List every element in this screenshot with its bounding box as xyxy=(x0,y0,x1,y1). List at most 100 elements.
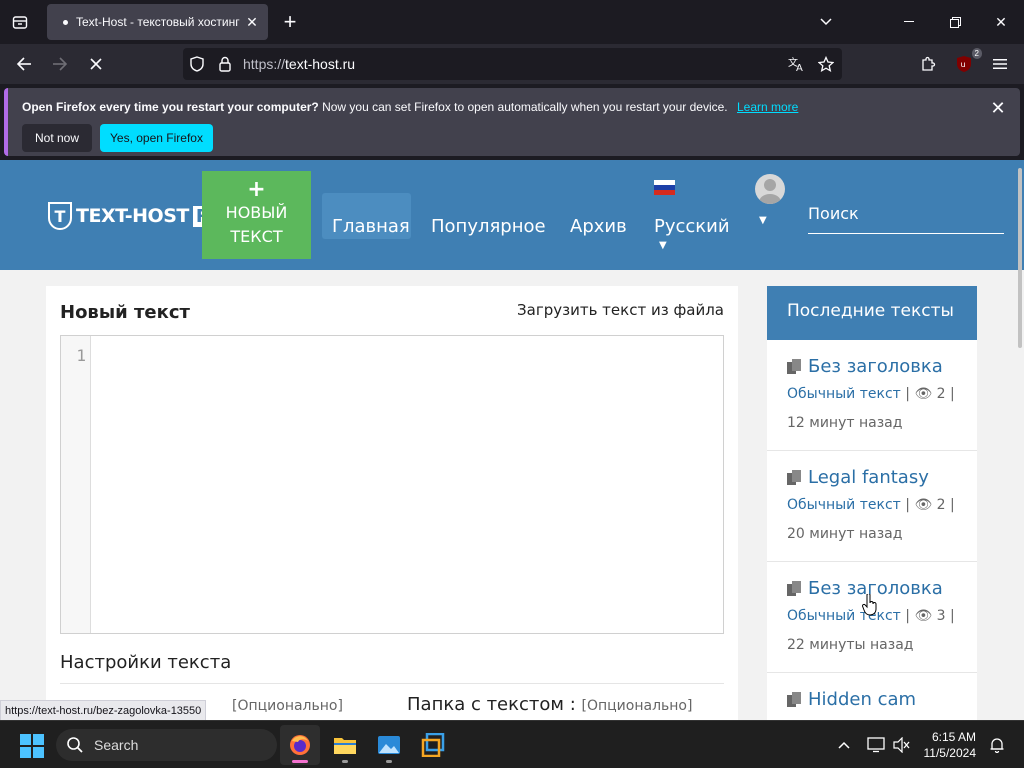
recent-item: Без заголовка Обычный текст | 👁 2 | 12 м… xyxy=(767,340,977,451)
tab-close-icon[interactable]: ✕ xyxy=(244,14,260,30)
bookmark-star-icon[interactable] xyxy=(816,54,836,74)
recent-item-link[interactable]: Legal fantasy xyxy=(787,467,929,488)
taskbar-firefox[interactable] xyxy=(280,725,320,765)
minimize-icon[interactable] xyxy=(897,10,921,34)
folder-icon xyxy=(334,738,356,754)
settings-divider xyxy=(60,683,724,684)
recent-item-time: 22 минуты назад xyxy=(787,637,914,653)
link-status-tooltip: https://text-host.ru/bez-zagolovka-13550 xyxy=(0,700,207,721)
close-window-icon[interactable]: ✕ xyxy=(989,10,1013,34)
loading-dot-icon xyxy=(63,19,68,25)
tab-strip: Text-Host - текстовый хостинг ✕ + ✕ xyxy=(0,0,1024,44)
recent-item-link[interactable]: Без заголовка xyxy=(787,356,943,377)
optional-label: [Опционально] xyxy=(232,698,343,714)
extension-badge: 2 xyxy=(971,48,982,59)
russian-flag-icon xyxy=(654,180,675,195)
notification-bell-icon[interactable] xyxy=(985,733,1009,757)
recent-item-meta: Обычный текст | 👁 2 | xyxy=(787,497,955,513)
browser-tab-active[interactable]: Text-Host - текстовый хостинг ✕ xyxy=(47,4,268,40)
remote-desktop-icon xyxy=(421,733,445,757)
site-header: T TEXT-HOST RU + НОВЫЙ ТЕКСТ Главная Поп… xyxy=(0,160,1024,348)
network-monitor-icon[interactable] xyxy=(864,733,888,757)
menu-home[interactable]: Главная xyxy=(332,216,410,237)
hand-cursor-icon xyxy=(862,594,877,616)
restore-icon[interactable] xyxy=(943,10,967,34)
logo-shield-icon: T xyxy=(48,202,72,230)
tab-title: Text-Host - текстовый хостинг xyxy=(76,15,240,29)
address-bar[interactable]: https://text-host.ru 文A xyxy=(183,48,842,80)
menu-language[interactable]: Русский xyxy=(654,216,730,237)
volume-muted-icon[interactable] xyxy=(890,733,914,757)
forward-icon[interactable] xyxy=(48,52,72,76)
user-avatar-icon[interactable] xyxy=(755,174,785,204)
new-text-title: Новый текст xyxy=(60,302,190,323)
photos-icon xyxy=(378,736,400,754)
firefox-view-icon[interactable] xyxy=(8,10,32,34)
folder-label: Папка с текстом : [Опционально] xyxy=(407,694,693,715)
extensions-puzzle-icon[interactable] xyxy=(916,52,940,76)
menu-popular[interactable]: Популярное xyxy=(431,216,546,237)
document-copy-icon xyxy=(787,580,801,596)
taskbar-photos[interactable] xyxy=(369,725,409,765)
notification-bar: Open Firefox every time you restart your… xyxy=(4,88,1020,156)
site-search-input[interactable]: Поиск xyxy=(808,200,1004,234)
ublock-origin-icon[interactable]: u 2 xyxy=(952,48,982,76)
eye-icon: 👁 xyxy=(914,497,933,513)
line-number: 1 xyxy=(76,346,86,365)
recent-texts-sidebar: Последние тексты Без заголовка Обычный т… xyxy=(767,286,977,720)
notification-close-icon[interactable]: ✕ xyxy=(988,98,1008,118)
not-now-button[interactable]: Not now xyxy=(22,124,92,152)
svg-text:A: A xyxy=(796,63,803,72)
upload-from-file-link[interactable]: Загрузить текст из файла xyxy=(517,301,724,319)
system-clock[interactable]: 6:15 AM 11/5/2024 xyxy=(920,729,977,761)
firefox-icon xyxy=(290,735,310,755)
yes-open-firefox-button[interactable]: Yes, open Firefox xyxy=(100,124,213,152)
search-icon xyxy=(67,737,83,753)
text-settings-title: Настройки текста xyxy=(60,652,232,673)
document-copy-icon xyxy=(787,691,801,707)
recent-item-time: 20 минут назад xyxy=(787,526,903,542)
web-page: T TEXT-HOST RU + НОВЫЙ ТЕКСТ Главная Поп… xyxy=(0,160,1024,720)
recent-item: Без заголовка Обычный текст | 👁 3 | 22 м… xyxy=(767,562,977,673)
logo-text: TEXT-HOST xyxy=(76,205,189,227)
text-editor[interactable]: 1 xyxy=(60,335,724,634)
document-copy-icon xyxy=(787,469,801,485)
back-icon[interactable] xyxy=(12,52,36,76)
notification-message: Open Firefox every time you restart your… xyxy=(22,100,799,114)
user-caret-icon[interactable]: ▼ xyxy=(759,215,767,226)
recent-item: Legal fantasy Обычный текст | 👁 2 | 20 м… xyxy=(767,451,977,562)
taskbar-search-box[interactable]: Search xyxy=(56,729,277,761)
recent-item-link[interactable]: Hidden cam xyxy=(787,689,916,710)
menu-archive[interactable]: Архив xyxy=(570,216,627,237)
windows-start-icon[interactable] xyxy=(20,734,44,758)
navigation-toolbar: https://text-host.ru 文A u 2 xyxy=(0,44,1024,84)
recent-item-meta: Обычный текст | 👁 2 | xyxy=(787,386,955,402)
page-scrollbar[interactable] xyxy=(1018,168,1022,348)
taskbar-file-explorer[interactable] xyxy=(325,725,365,765)
line-gutter: 1 xyxy=(61,336,91,633)
list-all-tabs-icon[interactable] xyxy=(814,10,838,34)
eye-icon: 👁 xyxy=(914,386,933,402)
eye-icon: 👁 xyxy=(914,608,933,624)
url-text: https://text-host.ru xyxy=(243,56,356,72)
language-caret-icon[interactable]: ▼ xyxy=(659,240,667,251)
new-text-button[interactable]: + НОВЫЙ ТЕКСТ xyxy=(202,171,311,259)
new-text-card: Новый текст Загрузить текст из файла 1 Н… xyxy=(46,286,738,720)
plus-icon: + xyxy=(247,177,266,202)
recent-item-time: 12 минут назад xyxy=(787,415,903,431)
hamburger-menu-icon[interactable] xyxy=(988,52,1012,76)
taskbar-remote-app[interactable] xyxy=(413,725,453,765)
translate-icon[interactable]: 文A xyxy=(787,54,807,74)
tracking-protection-shield-icon[interactable] xyxy=(187,54,207,74)
recent-item: Hidden cam xyxy=(767,673,977,720)
learn-more-link[interactable]: Learn more xyxy=(737,100,798,114)
document-copy-icon xyxy=(787,358,801,374)
stop-loading-icon[interactable] xyxy=(84,52,108,76)
lock-icon[interactable] xyxy=(215,54,235,74)
show-hidden-icons-chevron[interactable] xyxy=(832,733,856,757)
windows-taskbar: Search 6:15 AM 11/5/2024 xyxy=(0,720,1024,768)
svg-text:u: u xyxy=(961,60,966,69)
recent-texts-heading: Последние тексты xyxy=(767,286,977,340)
site-logo[interactable]: T TEXT-HOST RU xyxy=(48,202,227,230)
new-tab-icon[interactable]: + xyxy=(278,9,302,34)
